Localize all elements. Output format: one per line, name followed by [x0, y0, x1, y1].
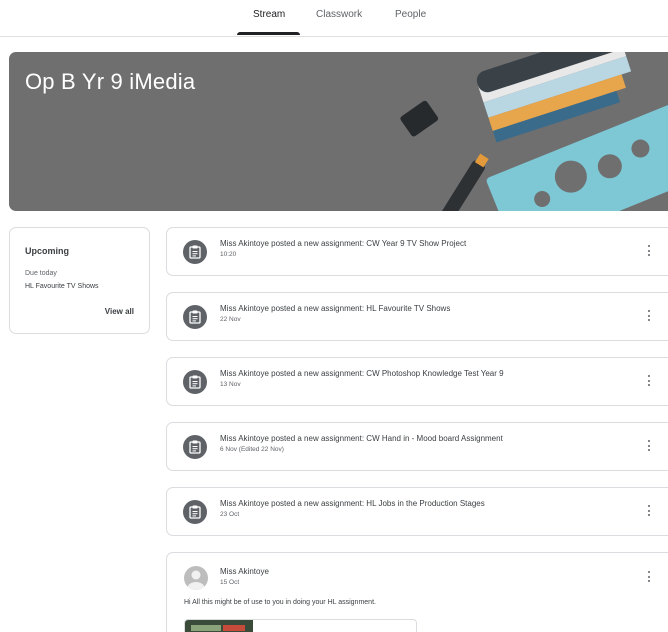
- upcoming-title: Upcoming: [25, 246, 69, 256]
- avatar: [184, 566, 208, 590]
- attachment-card[interactable]: [184, 619, 417, 632]
- view-all-link[interactable]: View all: [105, 307, 134, 316]
- announcement-date: 15 Oct: [220, 579, 240, 586]
- post-title: Miss Akintoye posted a new assignment: H…: [220, 304, 451, 313]
- more-options-icon[interactable]: [647, 310, 651, 324]
- stream-post[interactable]: Miss Akintoye posted a new assignment: H…: [166, 292, 668, 341]
- post-date: 6 Nov (Edited 22 Nov): [220, 446, 284, 453]
- assignment-icon: [183, 435, 207, 459]
- announcement-author: Miss Akintoye: [220, 567, 269, 576]
- attachment-thumbnail: [185, 620, 253, 632]
- more-options-icon[interactable]: [647, 505, 651, 519]
- top-navigation: Stream Classwork People: [0, 0, 668, 37]
- assignment-icon: [183, 240, 207, 264]
- tab-people[interactable]: People: [395, 9, 426, 20]
- post-title: Miss Akintoye posted a new assignment: C…: [220, 239, 467, 248]
- announcement-post: Miss Akintoye 15 Oct Hi All this might b…: [166, 552, 668, 632]
- more-options-icon[interactable]: [647, 375, 651, 389]
- assignment-icon: [183, 305, 207, 329]
- tab-classwork[interactable]: Classwork: [316, 9, 362, 20]
- class-title: Op B Yr 9 iMedia: [25, 69, 196, 94]
- announcement-text: Hi All this might be of use to you in do…: [184, 599, 376, 606]
- class-banner: Op B Yr 9 iMedia: [9, 52, 668, 211]
- more-options-icon[interactable]: [647, 571, 651, 585]
- post-date: 23 Oct: [220, 511, 240, 518]
- more-options-icon[interactable]: [647, 440, 651, 454]
- stream-post[interactable]: Miss Akintoye posted a new assignment: C…: [166, 227, 668, 276]
- active-tab-indicator: [237, 32, 300, 35]
- upcoming-item-link[interactable]: HL Favourite TV Shows: [25, 283, 99, 290]
- post-date: 22 Nov: [220, 316, 241, 323]
- post-date: 10:20: [220, 251, 237, 258]
- post-title: Miss Akintoye posted a new assignment: H…: [220, 499, 485, 508]
- post-date: 13 Nov: [220, 381, 241, 388]
- upcoming-card: Upcoming Due today HL Favourite TV Shows…: [9, 227, 150, 334]
- stream-post[interactable]: Miss Akintoye posted a new assignment: H…: [166, 487, 668, 536]
- assignment-icon: [183, 370, 207, 394]
- post-title: Miss Akintoye posted a new assignment: C…: [220, 434, 503, 443]
- post-title: Miss Akintoye posted a new assignment: C…: [220, 369, 504, 378]
- stream-post[interactable]: Miss Akintoye posted a new assignment: C…: [166, 357, 668, 406]
- tab-stream[interactable]: Stream: [253, 9, 285, 20]
- upcoming-due-label: Due today: [25, 270, 57, 277]
- stream-post[interactable]: Miss Akintoye posted a new assignment: C…: [166, 422, 668, 471]
- more-options-icon[interactable]: [647, 245, 651, 259]
- assignment-icon: [183, 500, 207, 524]
